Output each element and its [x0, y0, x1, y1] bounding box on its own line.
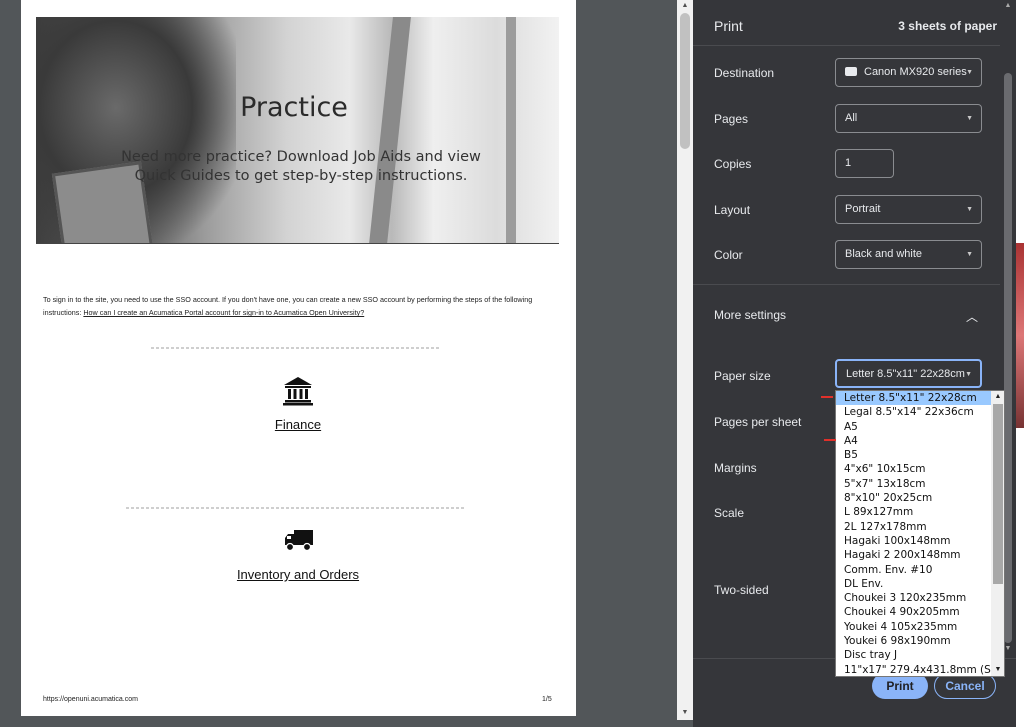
paper-size-option[interactable]: 4"x6" 10x15cm — [836, 462, 991, 476]
copies-input[interactable]: 1 — [835, 149, 894, 178]
layout-value: Portrait — [845, 203, 881, 215]
scroll-up-arrow-icon[interactable]: ▲ — [1000, 2, 1016, 9]
paper-size-option[interactable]: Disc tray J — [836, 648, 991, 662]
two-sided-label: Two-sided — [714, 583, 769, 597]
hero-image — [36, 17, 559, 244]
dropdown-arrow-icon: ▼ — [966, 115, 973, 122]
destination-label: Destination — [714, 66, 775, 80]
scroll-down-arrow-icon[interactable]: ▼ — [677, 707, 693, 719]
preview-scrollbar[interactable]: ▲ ▼ — [677, 0, 693, 720]
margins-label: Margins — [714, 461, 757, 475]
divider — [693, 45, 1000, 46]
pages-label: Pages — [714, 112, 749, 126]
paper-size-option[interactable]: 5"x7" 13x18cm — [836, 477, 991, 491]
paper-size-option[interactable]: B5 — [836, 448, 991, 462]
dropdown-arrow-icon: ▼ — [966, 206, 973, 213]
hero-window-frame — [369, 17, 411, 244]
paper-size-value: Letter 8.5"x11" 22x28cm — [846, 368, 965, 380]
scale-label: Scale — [714, 506, 745, 520]
finance-link[interactable]: Finance — [221, 417, 375, 432]
hero-subtitle: Need more practice? Download Job Aids an… — [121, 149, 481, 184]
paper-size-dropdown-list: Letter 8.5"x11" 22x28cm Legal 8.5"x14" 22… — [835, 390, 1005, 677]
footer-url: https://openuni.acumatica.com — [43, 696, 138, 703]
dropdown-arrow-icon: ▼ — [966, 251, 973, 258]
preview-page: Practice Need more practice? Download Jo… — [21, 0, 576, 716]
dialog-title: Print — [714, 18, 743, 34]
paper-size-option[interactable]: Youkei 4 105x235mm — [836, 620, 991, 634]
color-value: Black and white — [845, 248, 923, 260]
hero-window-frame — [506, 17, 516, 244]
paper-size-option[interactable]: Youkei 6 98x190mm — [836, 634, 991, 648]
scrollbar-thumb[interactable] — [680, 13, 690, 149]
paper-size-option[interactable]: A5 — [836, 420, 991, 434]
paper-size-option[interactable]: Letter 8.5"x11" 22x28cm — [836, 391, 991, 406]
chevron-up-icon[interactable]: ︿ — [966, 308, 978, 325]
pages-select[interactable]: All ▼ — [835, 104, 982, 133]
paper-size-option[interactable]: Legal 8.5"x14" 22x36cm — [836, 405, 991, 419]
paper-size-option[interactable]: L 89x127mm — [836, 505, 991, 519]
background-page-edge — [1016, 0, 1024, 727]
scroll-up-arrow-icon[interactable]: ▲ — [677, 0, 693, 12]
dropdown-arrow-icon: ▼ — [966, 69, 973, 76]
print-preview-area: Practice Need more practice? Download Jo… — [0, 0, 677, 727]
paper-size-option[interactable]: 2L 127x178mm — [836, 520, 991, 534]
paper-size-option[interactable]: 11"x17" 279.4x431.8mm (Scaled) — [836, 663, 1004, 676]
intro-paragraph: To sign in to the site, you need to use … — [43, 293, 543, 319]
destination-value: Canon MX920 series — [864, 66, 967, 78]
color-select[interactable]: Black and white ▼ — [835, 240, 982, 269]
paper-size-label: Paper size — [714, 369, 771, 383]
scroll-down-arrow-icon[interactable]: ▼ — [991, 664, 1004, 676]
sheet-count: 3 sheets of paper — [898, 19, 997, 33]
scrollbar-thumb[interactable] — [993, 404, 1003, 584]
truck-icon — [285, 530, 313, 552]
paper-size-option[interactable]: Comm. Env. #10 — [836, 563, 991, 577]
bank-icon — [283, 377, 313, 406]
dropdown-arrow-icon: ▼ — [965, 371, 972, 378]
more-settings-toggle[interactable]: More settings — [714, 308, 786, 322]
hero-divider — [36, 243, 559, 244]
scroll-up-arrow-icon[interactable]: ▲ — [991, 391, 1004, 403]
divider — [693, 284, 1000, 285]
destination-select[interactable]: Canon MX920 series ▼ — [835, 58, 982, 87]
paper-size-option[interactable]: Choukei 4 90x205mm — [836, 605, 991, 619]
pages-value: All — [845, 112, 858, 124]
background-image-fragment — [1016, 243, 1024, 428]
inventory-orders-link[interactable]: Inventory and Orders — [191, 567, 405, 582]
paper-size-option[interactable]: A4 — [836, 434, 991, 448]
layout-label: Layout — [714, 203, 751, 217]
dropdown-scrollbar[interactable]: ▲ ▼ — [991, 391, 1004, 676]
sso-help-link[interactable]: How can I create an Acumatica Portal acc… — [83, 308, 364, 317]
pages-per-sheet-label: Pages per sheet — [714, 415, 802, 429]
hero-title: Practice — [240, 92, 348, 123]
annotation-marker — [821, 396, 833, 398]
paper-size-option[interactable]: Choukei 3 120x235mm — [836, 591, 991, 605]
layout-select[interactable]: Portrait ▼ — [835, 195, 982, 224]
paper-size-option[interactable]: 8"x10" 20x25cm — [836, 491, 991, 505]
paper-size-option[interactable]: Hagaki 100x148mm — [836, 534, 991, 548]
faint-text-line — [151, 347, 441, 349]
faint-text-line — [126, 507, 466, 509]
printer-icon — [845, 66, 857, 76]
paper-size-select[interactable]: Letter 8.5"x11" 22x28cm ▼ — [835, 359, 982, 388]
paper-size-option[interactable]: Hagaki 2 200x148mm — [836, 548, 991, 562]
paper-size-option[interactable]: DL Env. — [836, 577, 991, 591]
scrollbar-thumb[interactable] — [1004, 73, 1012, 643]
footer-page-number: 1/5 — [542, 696, 552, 703]
color-label: Color — [714, 248, 743, 262]
copies-label: Copies — [714, 157, 752, 171]
copies-value: 1 — [845, 157, 852, 169]
paper-size-options: Letter 8.5"x11" 22x28cm Legal 8.5"x14" 22… — [836, 391, 1004, 676]
annotation-marker — [824, 439, 836, 441]
